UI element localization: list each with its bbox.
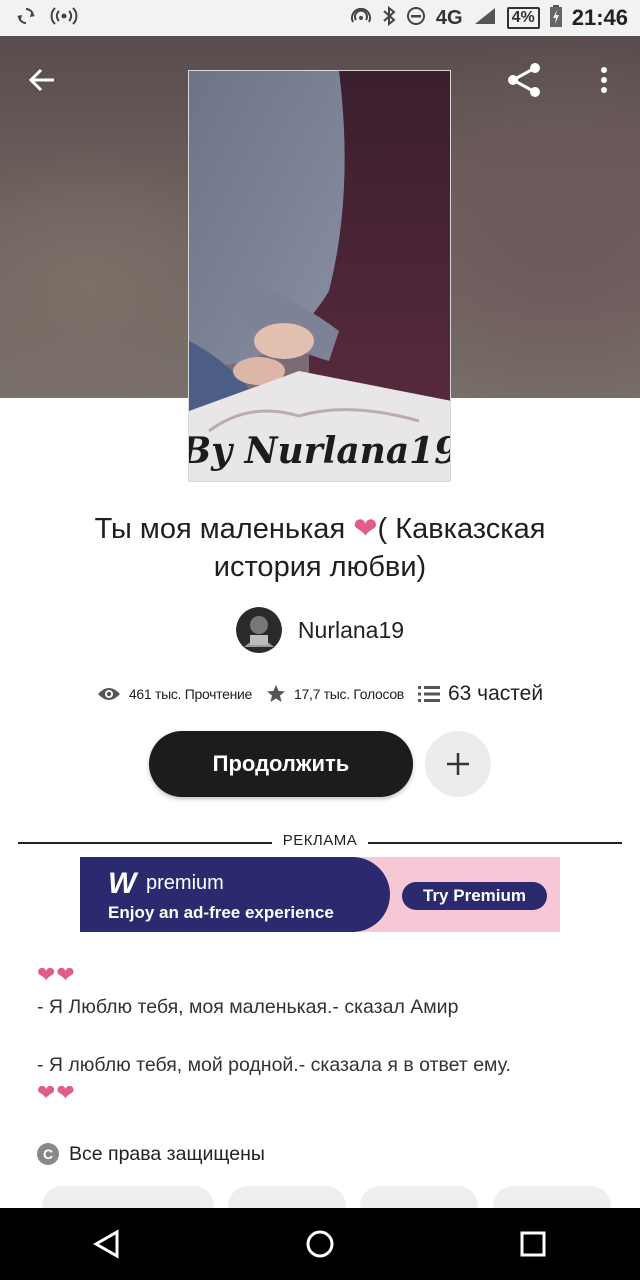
star-icon <box>266 684 286 704</box>
square-recents-icon <box>520 1231 546 1257</box>
story-stats: 461 тыс. Прочтение 17,7 тыс. Голосов 63 … <box>0 678 640 710</box>
status-right: 4G 4% 21:46 <box>350 4 640 32</box>
battery-level: 4% <box>506 7 540 29</box>
sync-icon <box>16 6 36 31</box>
copyright-text: Все права защищены <box>69 1142 265 1165</box>
clock: 21:46 <box>571 5 628 30</box>
story-cover[interactable]: By Nurlana19 <box>188 70 451 482</box>
reads-stat: 461 тыс. Прочтение <box>97 686 252 702</box>
ad-brand-word: premium <box>146 872 224 894</box>
plus-icon <box>447 753 469 775</box>
continue-reading-button[interactable]: Продолжить <box>149 731 413 797</box>
avatar[interactable] <box>235 607 282 653</box>
network-type: 4G <box>435 6 463 29</box>
ad-label: РЕКЛАМА <box>282 832 358 849</box>
cover-illustration: By Nurlana19 <box>189 71 451 481</box>
eye-icon <box>97 686 121 702</box>
share-icon <box>508 63 540 97</box>
nfc-icon <box>350 6 372 31</box>
nav-home-button[interactable] <box>290 1214 350 1274</box>
copyright-icon: C <box>37 1143 59 1165</box>
ad-divider-right <box>368 842 622 844</box>
heart-icon: ❤ <box>353 513 378 545</box>
system-nav-bar <box>0 1208 640 1280</box>
author-row[interactable]: Nurlana19 <box>0 605 640 655</box>
nav-back-button[interactable] <box>77 1214 137 1274</box>
back-button[interactable] <box>22 60 62 100</box>
description-hearts-top: ❤❤ <box>37 962 76 987</box>
signal-icon <box>473 6 497 31</box>
description-line-2: - Я люблю тебя, мой родной.- сказала я в… <box>37 1054 511 1076</box>
reads-count: 461 тыс. Прочтение <box>128 686 253 702</box>
bluetooth-icon <box>382 5 396 31</box>
add-to-library-button[interactable] <box>425 731 491 797</box>
author-name[interactable]: Nurlana19 <box>298 617 404 644</box>
parts-count[interactable]: 63 частей <box>448 682 543 706</box>
more-options-button[interactable] <box>584 60 624 100</box>
list-icon <box>417 685 440 703</box>
status-left <box>0 6 78 31</box>
description-line-1: - Я Люблю тебя, моя маленькая.- сказал А… <box>37 996 459 1018</box>
ad-label-row: РЕКЛАМА <box>18 832 622 854</box>
story-title: Ты моя маленькая ❤( Кавказская история л… <box>40 510 600 586</box>
status-bar: 4G 4% 21:46 <box>0 0 640 36</box>
story-title-part1: Ты моя маленькая <box>94 513 354 545</box>
ad-subtitle: Enjoy an ad-free experience <box>108 903 334 922</box>
triangle-back-icon <box>92 1229 119 1259</box>
votes-count: 17,7 тыс. Голосов <box>294 686 404 702</box>
parts-stat[interactable]: 63 частей <box>417 682 543 706</box>
wattpad-logo: W <box>108 867 137 900</box>
ad-banner[interactable]: W premium Enjoy an ad-free experience Tr… <box>80 857 560 932</box>
battery-icon <box>549 4 562 32</box>
circle-home-icon <box>306 1230 334 1258</box>
description-hearts-bottom: ❤❤ <box>37 1080 76 1105</box>
more-vertical-icon <box>601 67 607 93</box>
votes-stat: 17,7 тыс. Голосов <box>266 684 404 704</box>
dnd-icon <box>406 6 426 31</box>
cover-caption: By Nurlana19 <box>189 430 451 472</box>
share-button[interactable] <box>505 60 545 100</box>
arrow-left-icon <box>28 68 54 92</box>
nav-recents-button[interactable] <box>503 1214 563 1274</box>
try-premium-button[interactable]: Try Premium <box>402 882 547 910</box>
copyright-row: C Все права защищены <box>37 1140 265 1168</box>
hotspot-icon <box>50 6 78 31</box>
